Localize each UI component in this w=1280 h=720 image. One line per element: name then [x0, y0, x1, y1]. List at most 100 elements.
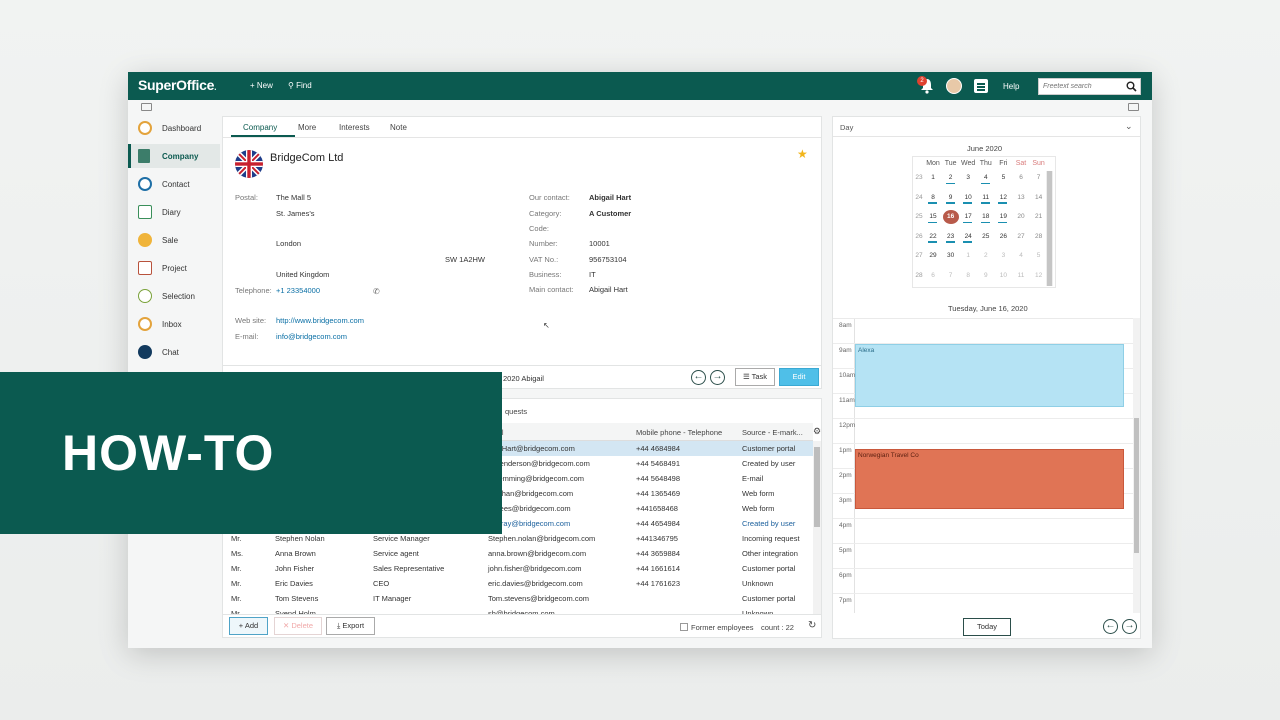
scroll-thumb[interactable]: [1047, 171, 1052, 286]
sidebar-item-contact[interactable]: Contact: [128, 172, 220, 196]
app-logo[interactable]: SuperOffice.: [138, 77, 217, 93]
sidebar-item-selection[interactable]: Selection: [128, 284, 220, 308]
hour-slot[interactable]: 5pm: [833, 544, 1133, 569]
calendar-day[interactable]: 2: [943, 174, 959, 184]
calendar-day[interactable]: 28: [1031, 233, 1047, 240]
table-row[interactable]: Mr. Tom Stevens IT Manager Tom.stevens@brid…: [223, 591, 813, 606]
calendar-day[interactable]: 3: [995, 252, 1011, 259]
calendar-day[interactable]: 8: [925, 194, 941, 204]
calendar-day[interactable]: 20: [1013, 213, 1029, 220]
calendar-day[interactable]: 8: [960, 272, 976, 279]
calendar-day[interactable]: 5: [1031, 252, 1047, 259]
calendar-day[interactable]: 16: [942, 210, 959, 224]
calendar-day[interactable]: 26: [995, 233, 1011, 240]
telephone-link[interactable]: +1 23354000: [276, 286, 320, 295]
calendar-day[interactable]: 5: [995, 174, 1011, 181]
schedule-scrollbar[interactable]: [1133, 318, 1140, 613]
calendar-day[interactable]: 12: [1031, 272, 1047, 279]
calendar-day[interactable]: 22: [925, 233, 941, 243]
calendar-day[interactable]: 9: [978, 272, 994, 279]
favorite-star-icon[interactable]: ★: [797, 147, 808, 161]
refresh-icon[interactable]: ↻: [808, 620, 816, 631]
tab-note[interactable]: Note: [390, 123, 407, 132]
our-contact-value[interactable]: Abigail Hart: [589, 193, 631, 202]
calendar-day[interactable]: 7: [1031, 174, 1047, 181]
calendar-day[interactable]: 13: [1013, 194, 1029, 201]
search-input[interactable]: [1039, 79, 1123, 94]
hour-slot[interactable]: 4pm: [833, 519, 1133, 544]
calendar-day[interactable]: 29: [925, 252, 941, 259]
hour-slot[interactable]: 8am: [833, 319, 1133, 344]
calendar-day[interactable]: 6: [925, 272, 941, 279]
calendar-day[interactable]: 4: [1013, 252, 1029, 259]
col-source[interactable]: Source - E-mark...: [742, 428, 803, 437]
phone-icon[interactable]: ✆: [373, 287, 380, 296]
table-row[interactable]: Mr. Eric Davies CEO eric.davies@bridgecom.c…: [223, 576, 813, 591]
tab-company[interactable]: Company: [243, 123, 277, 132]
calendar-day[interactable]: 15: [925, 213, 941, 223]
calendar-day[interactable]: 7: [943, 272, 959, 279]
prev-arrow-icon[interactable]: ←: [691, 370, 706, 385]
export-button[interactable]: ⤓ Export: [326, 617, 375, 635]
calendar-day[interactable]: 2: [978, 252, 994, 259]
col-phone[interactable]: Mobile phone - Telephone: [636, 428, 722, 437]
mini-calendar-scrollbar[interactable]: [1046, 171, 1053, 286]
table-row[interactable]: Ms. Anna Brown Service agent anna.brown@bri…: [223, 546, 813, 561]
appointment-block[interactable]: Alexa: [855, 344, 1124, 407]
collapse-left-icon[interactable]: [141, 103, 152, 111]
scroll-thumb[interactable]: [814, 447, 820, 527]
calendar-day[interactable]: 21: [1031, 213, 1047, 220]
today-button[interactable]: Today: [963, 618, 1011, 636]
menu-icon[interactable]: [974, 79, 988, 93]
hour-slot[interactable]: 7pm: [833, 594, 1133, 613]
search-icon[interactable]: [1126, 81, 1137, 92]
tab-interests[interactable]: Interests: [339, 123, 370, 132]
calendar-day[interactable]: 18: [978, 213, 994, 223]
former-employees-checkbox[interactable]: [680, 623, 688, 631]
help-link[interactable]: Help: [1003, 82, 1019, 91]
sidebar-item-project[interactable]: Project: [128, 256, 220, 280]
next-day-arrow-icon[interactable]: →: [1122, 619, 1137, 634]
calendar-day[interactable]: 10: [995, 272, 1011, 279]
collapse-right-icon[interactable]: [1128, 103, 1139, 111]
add-button[interactable]: + Add: [229, 617, 268, 635]
main-contact-value[interactable]: Abigail Hart: [589, 285, 628, 294]
calendar-day[interactable]: 27: [1013, 233, 1029, 240]
find-button[interactable]: ⚲ Find: [288, 81, 312, 90]
calendar-day[interactable]: 14: [1031, 194, 1047, 201]
gear-icon[interactable]: ⚙: [813, 426, 821, 437]
prev-day-arrow-icon[interactable]: ←: [1103, 619, 1118, 634]
email-link[interactable]: info@bridgecom.com: [276, 332, 347, 341]
view-selector[interactable]: Day: [840, 123, 853, 132]
calendar-day[interactable]: 9: [943, 194, 959, 204]
calendar-day[interactable]: 3: [960, 174, 976, 181]
hour-slot[interactable]: 12pm: [833, 419, 1133, 444]
calendar-day[interactable]: 1: [960, 252, 976, 259]
sidebar-item-sale[interactable]: Sale: [128, 228, 220, 252]
calendar-day[interactable]: 23: [943, 233, 959, 243]
calendar-day[interactable]: 24: [960, 233, 976, 243]
calendar-day[interactable]: 30: [943, 252, 959, 259]
calendar-day[interactable]: 19: [995, 213, 1011, 223]
new-button[interactable]: + New: [250, 81, 273, 90]
calendar-day[interactable]: 6: [1013, 174, 1029, 181]
sidebar-item-chat[interactable]: Chat: [128, 340, 220, 364]
grid-scrollbar[interactable]: [813, 441, 821, 618]
tab-more[interactable]: More: [298, 123, 316, 132]
scroll-thumb[interactable]: [1134, 418, 1139, 553]
sidebar-item-company[interactable]: Company: [128, 144, 220, 168]
next-arrow-icon[interactable]: →: [710, 370, 725, 385]
delete-button[interactable]: ✕ Delete: [274, 617, 322, 635]
edit-button[interactable]: Edit: [779, 368, 819, 386]
chevron-down-icon[interactable]: ⌄: [1125, 121, 1133, 132]
sidebar-item-diary[interactable]: Diary: [128, 200, 220, 224]
calendar-day[interactable]: 25: [978, 233, 994, 240]
calendar-day[interactable]: 11: [1013, 272, 1029, 279]
website-link[interactable]: http://www.bridgecom.com: [276, 316, 364, 325]
task-button[interactable]: ☰ Task: [735, 368, 775, 386]
avatar[interactable]: [946, 78, 962, 94]
calendar-day[interactable]: 10: [960, 194, 976, 204]
calendar-day[interactable]: 1: [925, 174, 941, 181]
calendar-day[interactable]: 4: [978, 174, 994, 184]
calendar-day[interactable]: 17: [960, 213, 976, 223]
